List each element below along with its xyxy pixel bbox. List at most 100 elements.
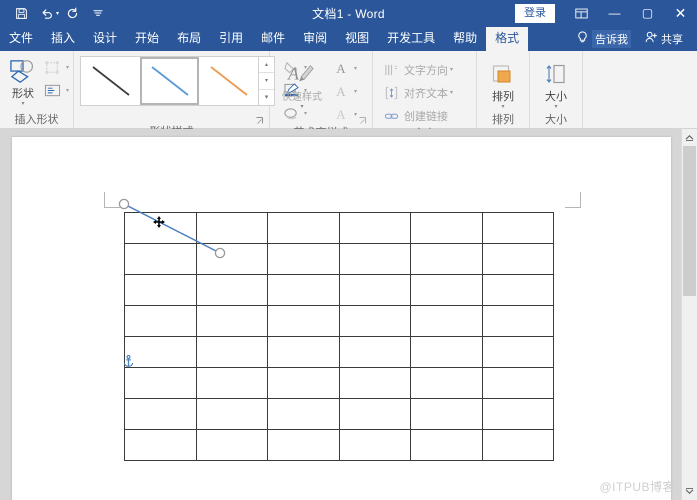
- size-button[interactable]: 大小 ▾: [534, 57, 578, 111]
- table-cell[interactable]: [481, 429, 554, 461]
- close-icon[interactable]: ✕: [664, 0, 697, 26]
- table-cell[interactable]: [338, 243, 411, 275]
- table-cell[interactable]: [195, 243, 268, 275]
- table-cell[interactable]: [338, 367, 411, 399]
- table-cell[interactable]: [124, 336, 197, 368]
- table-row[interactable]: [124, 212, 554, 244]
- table-cell[interactable]: [124, 243, 197, 275]
- table-cell[interactable]: [338, 212, 411, 244]
- table-row[interactable]: [124, 274, 554, 306]
- size-caret-icon[interactable]: ▾: [554, 104, 557, 111]
- table-cell[interactable]: [124, 212, 197, 244]
- minimize-icon[interactable]: —: [598, 0, 631, 26]
- sign-in-button[interactable]: 登录: [515, 3, 555, 23]
- table-cell[interactable]: [124, 398, 197, 430]
- table-row[interactable]: [124, 429, 554, 461]
- tab-home[interactable]: 开始: [126, 27, 168, 51]
- text-outline-caret-icon[interactable]: ▾: [354, 89, 357, 95]
- table-cell[interactable]: [267, 336, 340, 368]
- table-row[interactable]: [124, 336, 554, 368]
- table-cell[interactable]: [410, 398, 483, 430]
- scroll-down-button[interactable]: [682, 483, 697, 500]
- save-icon[interactable]: [8, 2, 34, 24]
- gallery-item-line-black[interactable]: [81, 57, 140, 105]
- line-handle-start[interactable]: [118, 198, 130, 210]
- table-cell[interactable]: [410, 305, 483, 337]
- table-cell[interactable]: [195, 274, 268, 306]
- tab-developer[interactable]: 开发工具: [378, 27, 444, 51]
- table-row[interactable]: [124, 243, 554, 275]
- table-cell[interactable]: [410, 367, 483, 399]
- text-effects-button[interactable]: A ▾: [330, 104, 357, 125]
- text-outline-button[interactable]: A ▾: [330, 81, 357, 102]
- table-cell[interactable]: [195, 398, 268, 430]
- table-cell[interactable]: [410, 429, 483, 461]
- edit-shape-button[interactable]: ▾: [42, 57, 69, 78]
- quick-styles-caret-icon[interactable]: ▾: [300, 104, 303, 111]
- maximize-icon[interactable]: ▢: [631, 0, 664, 26]
- tab-mailings[interactable]: 邮件: [252, 27, 294, 51]
- shapes-caret-icon[interactable]: ▾: [21, 101, 24, 108]
- table-cell[interactable]: [267, 305, 340, 337]
- document-page[interactable]: [12, 137, 671, 500]
- tab-references[interactable]: 引用: [210, 27, 252, 51]
- text-direction-caret-icon[interactable]: ▾: [450, 67, 453, 73]
- shape-styles-dialog-launcher-icon[interactable]: [256, 117, 265, 126]
- text-box-caret-icon[interactable]: ▾: [66, 88, 69, 94]
- table-cell[interactable]: [481, 367, 554, 399]
- table-cell[interactable]: [267, 398, 340, 430]
- text-effects-caret-icon[interactable]: ▾: [354, 112, 357, 118]
- share-button[interactable]: 共享: [639, 31, 689, 47]
- align-text-caret-icon[interactable]: ▾: [450, 90, 453, 96]
- ribbon-display-options-icon[interactable]: [565, 0, 598, 26]
- scroll-up-button[interactable]: [682, 129, 697, 146]
- text-box-button[interactable]: ▾: [42, 80, 69, 101]
- table-cell[interactable]: [195, 305, 268, 337]
- document-area[interactable]: @ITPUB博客: [0, 129, 697, 500]
- tab-file[interactable]: 文件: [0, 27, 42, 51]
- table-cell[interactable]: [124, 305, 197, 337]
- table-row[interactable]: [124, 367, 554, 399]
- shape-styles-gallery[interactable]: ▴ ▾ ▾: [80, 56, 275, 106]
- tab-help[interactable]: 帮助: [444, 27, 486, 51]
- tab-layout[interactable]: 布局: [168, 27, 210, 51]
- table-cell[interactable]: [481, 212, 554, 244]
- table-cell[interactable]: [410, 212, 483, 244]
- table-cell[interactable]: [410, 243, 483, 275]
- table-cell[interactable]: [195, 336, 268, 368]
- table-cell[interactable]: [481, 305, 554, 337]
- table-cell[interactable]: [338, 305, 411, 337]
- arrange-caret-icon[interactable]: ▾: [501, 104, 504, 111]
- table-cell[interactable]: [267, 367, 340, 399]
- table-cell[interactable]: [124, 274, 197, 306]
- table-row[interactable]: [124, 398, 554, 430]
- table-cell[interactable]: [267, 243, 340, 275]
- arrange-button[interactable]: 排列 ▾: [481, 57, 525, 111]
- table-cell[interactable]: [338, 398, 411, 430]
- edit-shape-caret-icon[interactable]: ▾: [66, 65, 69, 71]
- table-cell[interactable]: [338, 429, 411, 461]
- tab-view[interactable]: 视图: [336, 27, 378, 51]
- table-cell[interactable]: [267, 429, 340, 461]
- text-fill-button[interactable]: A ▾: [330, 58, 357, 79]
- table-cell[interactable]: [481, 336, 554, 368]
- wordart-dialog-launcher-icon[interactable]: [359, 117, 368, 126]
- table-cell[interactable]: [195, 429, 268, 461]
- table-cell[interactable]: [267, 274, 340, 306]
- tell-me-search[interactable]: 告诉我: [569, 29, 639, 48]
- document-table[interactable]: [124, 212, 554, 461]
- tab-format[interactable]: 格式: [486, 27, 529, 51]
- gallery-item-line-orange[interactable]: [199, 57, 258, 105]
- customize-qat-icon[interactable]: [85, 2, 111, 24]
- table-row[interactable]: [124, 305, 554, 337]
- table-cell[interactable]: [338, 274, 411, 306]
- align-text-button[interactable]: 对齐文本 ▾: [380, 82, 453, 103]
- table-cell[interactable]: [195, 212, 268, 244]
- text-fill-caret-icon[interactable]: ▾: [354, 66, 357, 72]
- table-cell[interactable]: [195, 367, 268, 399]
- tab-review[interactable]: 审阅: [294, 27, 336, 51]
- scrollbar-thumb[interactable]: [683, 146, 696, 296]
- scrollbar-track[interactable]: [682, 146, 697, 483]
- table-cell[interactable]: [124, 429, 197, 461]
- table-cell[interactable]: [481, 398, 554, 430]
